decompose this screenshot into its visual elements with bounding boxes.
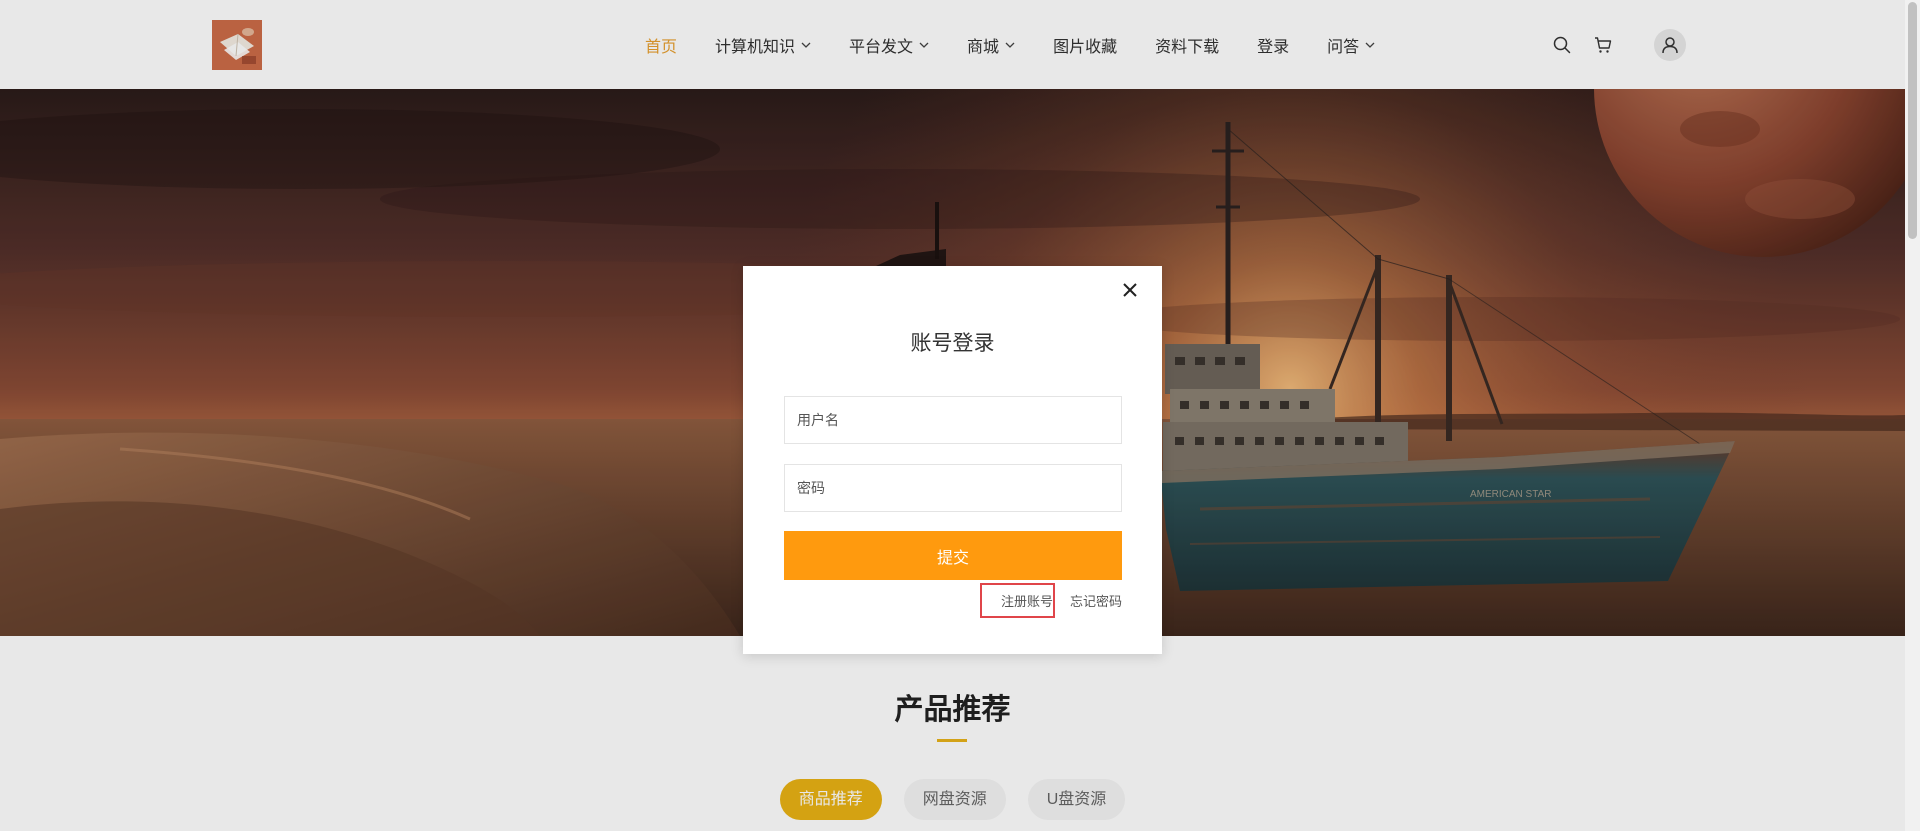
register-link[interactable]: 注册账号 (1001, 593, 1053, 611)
close-icon[interactable] (1122, 282, 1138, 298)
page: 首页 计算机知识 平台发文 商城 图片收藏 资料下载 登录 问答 AMERICA… (0, 0, 1905, 831)
vertical-scrollbar[interactable] (1905, 0, 1920, 831)
submit-button[interactable]: 提交 (784, 531, 1122, 580)
login-modal: 账号登录 提交 注册账号 忘记密码 (743, 266, 1162, 654)
username-input[interactable] (784, 396, 1122, 444)
password-input[interactable] (784, 464, 1122, 512)
modal-title: 账号登录 (910, 332, 995, 355)
scrollbar-thumb[interactable] (1908, 2, 1917, 239)
modal-links: 注册账号 忘记密码 (1001, 593, 1122, 611)
forgot-password-link[interactable]: 忘记密码 (1070, 593, 1122, 611)
